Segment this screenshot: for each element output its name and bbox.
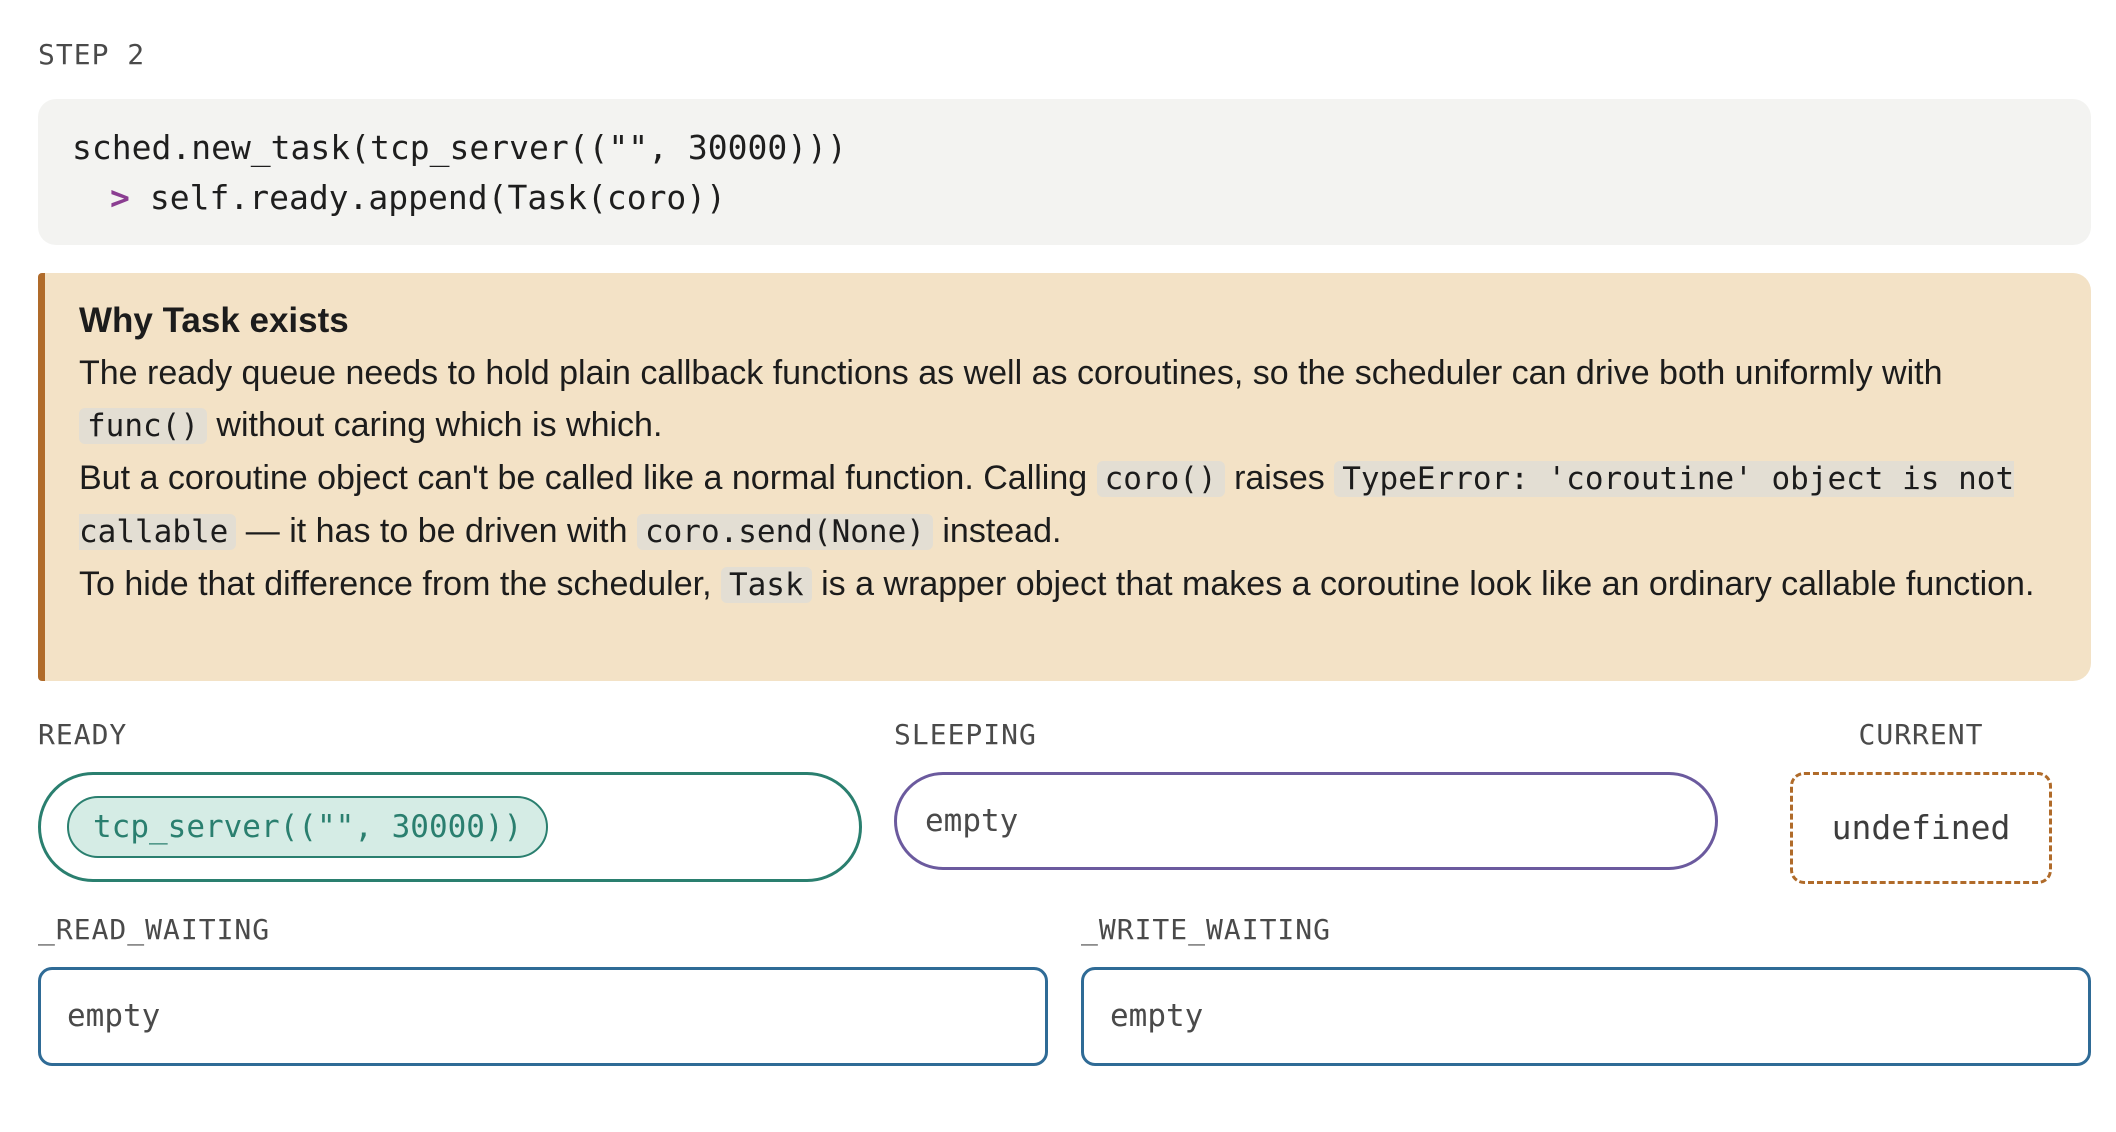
read-waiting-queue: empty	[38, 967, 1048, 1066]
callout-paragraph-3: To hide that difference from the schedul…	[79, 558, 2061, 611]
ready-task-item[interactable]: tcp_server(("", 30000))	[67, 796, 549, 858]
callout-text: — it has to be driven with	[236, 512, 637, 550]
write-waiting-empty-text: empty	[1110, 998, 1204, 1034]
inline-code: Task	[720, 567, 812, 603]
sleeping-empty-text: empty	[925, 803, 1019, 839]
inline-code: coro()	[1096, 461, 1225, 497]
current-label: CURRENT	[1858, 718, 1984, 751]
callout-text: raises	[1224, 459, 1335, 497]
read-waiting-empty-text: empty	[67, 998, 161, 1034]
callout-text: without caring which is which.	[206, 406, 663, 444]
ready-queue: tcp_server(("", 30000))	[38, 772, 862, 882]
current-task-value: undefined	[1831, 808, 2011, 847]
callout-paragraph-2: But a coroutine object can't be called l…	[79, 452, 2061, 558]
sleeping-label: SLEEPING	[894, 718, 1037, 751]
write-waiting-label: _WRITE_WAITING	[1081, 913, 1332, 946]
sleeping-queue: empty	[894, 772, 1718, 870]
callout-text: But a coroutine object can't be called l…	[79, 459, 1097, 497]
callout-text: is a wrapper object that makes a corouti…	[811, 565, 2035, 603]
callout-title: Why Task exists	[79, 301, 349, 340]
code-line-1: sched.new_task(tcp_server(("", 30000)))	[72, 128, 847, 167]
read-waiting-label: _READ_WAITING	[38, 913, 271, 946]
explanation-callout: Why Task exists The ready queue needs to…	[38, 273, 2091, 681]
callout-paragraph-1: The ready queue needs to hold plain call…	[79, 347, 2061, 452]
code-block: sched.new_task(tcp_server(("", 30000))) >…	[38, 99, 2091, 245]
callout-text: instead.	[932, 512, 1062, 550]
callout-text: To hide that difference from the schedul…	[79, 565, 721, 603]
ready-label: READY	[38, 718, 128, 751]
step-label: STEP 2	[38, 38, 146, 71]
inline-code: func()	[79, 408, 207, 444]
prompt-arrow-icon: >	[110, 178, 130, 217]
code-line-2: > self.ready.append(Task(coro))	[72, 173, 2057, 223]
code-line-2-text: self.ready.append(Task(coro))	[149, 178, 727, 217]
inline-code: coro.send(None)	[636, 514, 933, 550]
current-task-slot: undefined	[1790, 772, 2052, 884]
callout-text: The ready queue needs to hold plain call…	[79, 354, 1943, 392]
write-waiting-queue: empty	[1081, 967, 2091, 1066]
